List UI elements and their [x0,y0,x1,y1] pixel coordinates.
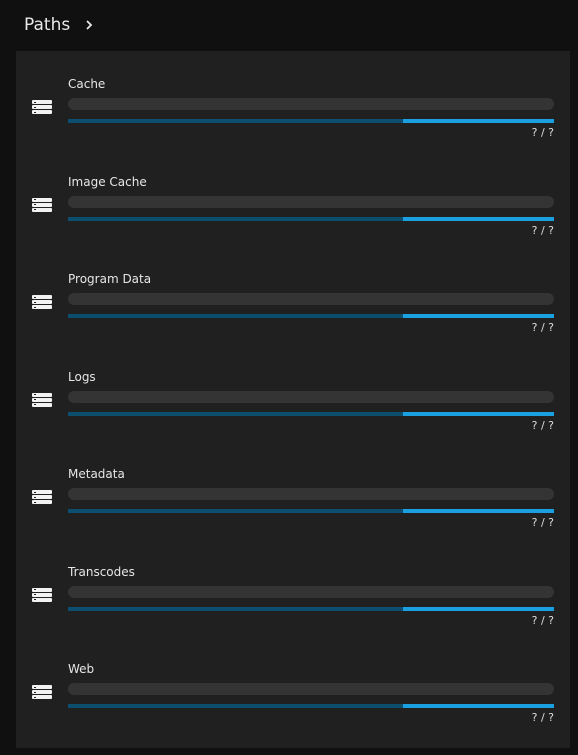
usage-text: ? / ? [531,126,554,139]
path-item: Cache ? / ? [16,51,570,148]
usage-progress-bar [68,704,554,708]
usage-text: ? / ? [531,613,554,627]
storage-icon [32,587,54,602]
path-field[interactable] [68,585,554,598]
storage-icon [32,392,54,407]
usage-progress-bar [68,509,554,513]
usage-progress-bar [68,314,554,318]
path-field[interactable] [68,390,554,403]
usage-progress-fill [403,606,554,611]
usage-text: ? / ? [531,321,554,334]
path-field[interactable] [68,488,554,500]
usage-progress-bar [68,606,554,611]
usage-progress-bar [68,119,554,123]
path-field[interactable] [68,293,554,305]
path-label: Web [68,662,95,676]
storage-icon [32,295,54,309]
path-field[interactable] [68,195,554,208]
usage-text: ? / ? [531,516,554,529]
paths-panel: Cache ? / ? Image Cache ? / ? Program Data ? … [16,51,570,748]
usage-progress-fill [403,704,554,708]
usage-progress-bar [68,411,554,416]
path-label: Transcodes [68,564,135,579]
usage-progress-fill [403,411,554,416]
path-item: Web ? / ? [16,636,570,733]
storage-icon [32,197,54,212]
usage-text: ? / ? [531,223,554,237]
path-field[interactable] [68,683,554,695]
page-header: Paths [0,0,578,50]
chevron-right-icon[interactable] [82,18,96,32]
path-item: Program Data ? / ? [16,246,570,343]
path-item: Transcodes ? / ? [16,539,570,636]
path-label: Image Cache [68,174,147,189]
path-item: Logs ? / ? [16,344,570,441]
storage-icon [32,685,54,699]
path-item: Metadata ? / ? [16,441,570,538]
path-label: Logs [68,369,96,384]
path-label: Program Data [68,272,152,286]
page-title[interactable]: Paths [24,15,70,35]
path-item: Image Cache ? / ? [16,149,570,246]
path-label: Metadata [68,467,125,481]
usage-progress-bar [68,216,554,221]
storage-icon [32,490,54,504]
path-field[interactable] [68,98,554,110]
path-label: Cache [68,77,106,91]
usage-progress-fill [403,314,554,318]
storage-icon [32,100,54,114]
usage-text: ? / ? [531,418,554,432]
usage-progress-fill [403,216,554,221]
usage-text: ? / ? [531,711,554,724]
usage-progress-fill [403,509,554,513]
usage-progress-fill [403,119,554,123]
